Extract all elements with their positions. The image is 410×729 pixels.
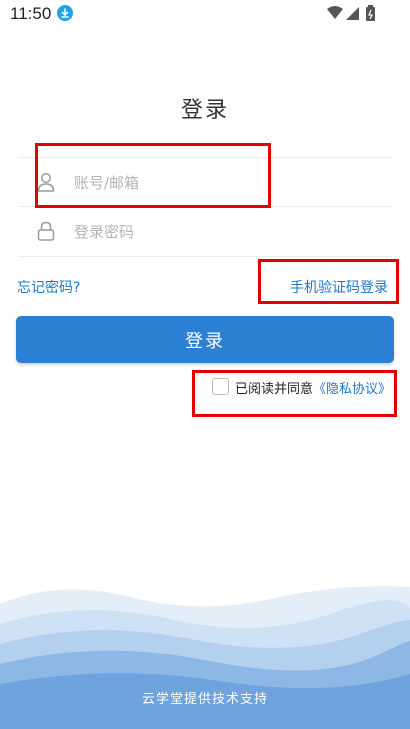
wifi-icon — [327, 6, 343, 19]
status-time: 11:50 — [10, 4, 52, 23]
password-input[interactable] — [74, 219, 374, 245]
battery-icon — [366, 5, 375, 21]
download-icon — [57, 5, 73, 21]
status-icons — [326, 5, 382, 21]
status-bar: 11:50 — [0, 0, 410, 30]
signal-icon — [346, 7, 359, 20]
lock-icon — [37, 221, 55, 245]
login-screen: 11:50 登录 忘记密码? 手机验证码登录 登录 已阅读并同意《隐私协议》 — [0, 0, 410, 729]
login-button[interactable]: 登录 — [16, 316, 394, 363]
sms-login-link[interactable]: 手机验证码登录 — [290, 277, 388, 297]
account-field — [18, 157, 392, 207]
page-title: 登录 — [180, 98, 229, 123]
privacy-policy-link[interactable]: 《隐私协议》 — [313, 382, 391, 397]
forgot-password-link[interactable]: 忘记密码? — [17, 277, 80, 297]
footer-text: 云学堂提供技术支持 — [141, 692, 268, 707]
user-icon — [37, 172, 55, 196]
password-field — [18, 207, 392, 257]
agree-checkbox[interactable] — [212, 378, 229, 395]
agreement-label: 已阅读并同意 — [235, 382, 314, 397]
agreement-text: 已阅读并同意《隐私协议》 — [235, 378, 391, 397]
account-input[interactable] — [74, 170, 374, 196]
